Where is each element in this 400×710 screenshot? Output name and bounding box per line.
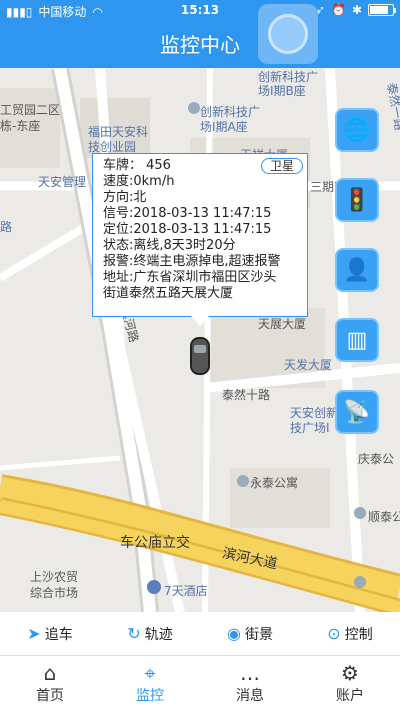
tab-bar: ⌂ 首页 ⌖ 监控 … 消息 ⚙ 账户 bbox=[0, 656, 400, 710]
map-label: 栋-东座 bbox=[0, 119, 41, 133]
map-label: 庆泰公 bbox=[358, 452, 395, 466]
status-right: ➶ ⏰ ✱ bbox=[315, 3, 396, 17]
address-line: 地址:广东省深圳市福田区沙头 bbox=[103, 270, 277, 285]
traffic-button[interactable]: 🚦 bbox=[335, 178, 379, 222]
control-button[interactable]: ⊙ 控制 bbox=[300, 612, 400, 655]
map-label: 泰然十路 bbox=[222, 388, 271, 402]
tab-label: 监控 bbox=[136, 688, 164, 704]
map-label: 天发大厦 bbox=[284, 358, 333, 372]
fence-icon: ▥ bbox=[346, 327, 368, 353]
track-button[interactable]: ↻ 轨迹 bbox=[100, 612, 200, 655]
action-label: 追车 bbox=[44, 626, 73, 643]
tab-label: 首页 bbox=[36, 688, 64, 704]
chase-car-button[interactable]: ➤ 追车 bbox=[0, 612, 100, 655]
status-bar: ▮▮▮▯ 中国移动 ◠ 15:13 ➶ ⏰ ✱ bbox=[0, 0, 400, 22]
map-label: 综合市场 bbox=[30, 586, 79, 600]
map-label: 路 bbox=[0, 220, 13, 234]
tab-messages[interactable]: … 消息 bbox=[200, 656, 300, 710]
page-header: 监控中心 bbox=[0, 22, 400, 68]
traffic-light-icon: 🚦 bbox=[343, 187, 371, 213]
alarm-line: 报警:终端主电源掉电,超速报警 bbox=[103, 254, 281, 269]
page-title: 监控中心 bbox=[160, 33, 240, 57]
antenna-icon: 📡 bbox=[343, 399, 371, 425]
person-location-button[interactable]: 👤 bbox=[335, 248, 379, 292]
bluetooth-icon: ✱ bbox=[351, 3, 362, 17]
status-line: 状态:离线,8天3时20分 bbox=[103, 238, 236, 253]
tab-monitor[interactable]: ⌖ 监控 bbox=[100, 656, 200, 710]
direction-line: 方向:北 bbox=[103, 190, 147, 205]
location-time-line: 定位:2018-03-13 11:47:15 bbox=[103, 222, 272, 237]
geofence-button[interactable]: ▥ bbox=[335, 318, 379, 362]
map-type-button[interactable]: 🌐 bbox=[335, 108, 379, 152]
tab-label: 账户 bbox=[336, 688, 364, 704]
home-icon: ⌂ bbox=[43, 661, 57, 685]
street-view-icon: ◉ bbox=[227, 624, 241, 643]
action-bar: ➤ 追车 ↻ 轨迹 ◉ 街景 ⊙ 控制 bbox=[0, 612, 400, 656]
tab-account[interactable]: ⚙ 账户 bbox=[300, 656, 400, 710]
map-label: 上沙农贸 bbox=[30, 570, 79, 584]
tab-home[interactable]: ⌂ 首页 bbox=[0, 656, 100, 710]
action-label: 街景 bbox=[244, 626, 273, 643]
map-label: 工贸园二区 bbox=[0, 103, 61, 117]
globe-icon: 🌐 bbox=[343, 117, 371, 143]
tab-label: 消息 bbox=[236, 688, 264, 704]
alarm-icon: ⏰ bbox=[330, 3, 346, 17]
map-label: 顺泰公 bbox=[368, 510, 400, 524]
map-label: 永泰公寓 bbox=[250, 476, 299, 490]
satellite-toggle-button[interactable]: 卫星 bbox=[260, 158, 303, 174]
speed-line: 速度:0km/h bbox=[103, 174, 175, 189]
vehicle-info-popup: 卫星 车牌： 456 速度:0km/h 方向:北 信号:2018-03-13 1… bbox=[92, 153, 308, 326]
assistive-touch-button[interactable] bbox=[258, 4, 318, 64]
navigation-arrow-icon: ➤ bbox=[27, 624, 41, 643]
chat-bubble-icon: … bbox=[240, 661, 260, 685]
control-icon: ⊙ bbox=[327, 624, 341, 643]
map-label: 车公庙立交 bbox=[120, 535, 190, 551]
map-label: 天展大厦 bbox=[258, 317, 307, 331]
person-icon: 👤 bbox=[343, 257, 371, 283]
battery-icon bbox=[368, 4, 396, 16]
gear-icon: ⚙ bbox=[341, 661, 359, 685]
map-label: 场I期B座 bbox=[258, 84, 306, 98]
map-label: 天安管理 bbox=[38, 175, 87, 189]
map-label: 场I期A座 bbox=[200, 120, 248, 134]
location-pin-icon: ⌖ bbox=[144, 661, 156, 685]
address-line-2: 街道泰然五路天展大厦 bbox=[103, 286, 234, 301]
signal-line: 信号:2018-03-13 11:47:15 bbox=[103, 206, 272, 221]
signal-tower-button[interactable]: 📡 bbox=[335, 390, 379, 434]
action-label: 轨迹 bbox=[144, 626, 173, 643]
history-icon: ↻ bbox=[127, 624, 141, 643]
map-label: 技广场I bbox=[290, 421, 330, 435]
street-view-button[interactable]: ◉ 街景 bbox=[200, 612, 300, 655]
action-label: 控制 bbox=[344, 626, 373, 643]
map-label: 7天酒店 bbox=[164, 584, 208, 598]
vehicle-marker[interactable] bbox=[190, 337, 210, 375]
